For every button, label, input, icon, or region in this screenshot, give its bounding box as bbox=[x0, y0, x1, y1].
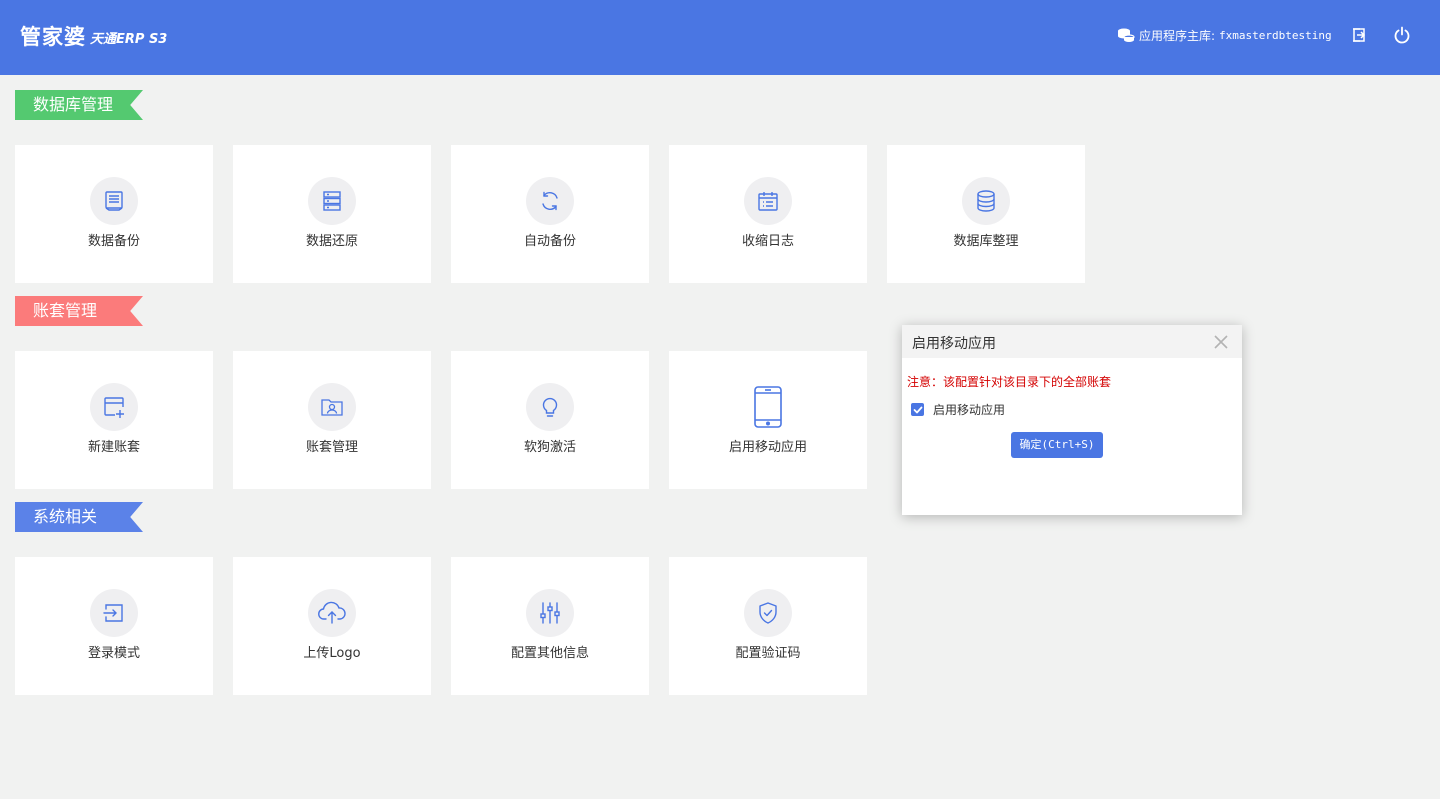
icon-circle bbox=[308, 383, 356, 431]
dialog-notice: 注意：该配置针对该目录下的全部账套 bbox=[907, 375, 1112, 389]
icon-holder bbox=[744, 383, 792, 431]
tile-label: 数据库整理 bbox=[953, 234, 1019, 249]
tile-shrink-log[interactable]: 收缩日志 bbox=[669, 145, 867, 283]
account-folder-icon bbox=[321, 399, 343, 416]
exit-icon bbox=[1353, 28, 1366, 42]
tile-softdog-activate[interactable]: 软狗激活 bbox=[451, 351, 649, 489]
enable-mobile-checkbox-row: 启用移动应用 bbox=[911, 401, 1005, 418]
backup-icon bbox=[105, 191, 123, 211]
tile-enable-mobile[interactable]: 启用移动应用 bbox=[669, 351, 867, 489]
tile-label: 自动备份 bbox=[523, 234, 576, 249]
sliders-icon bbox=[540, 602, 560, 624]
icon-circle bbox=[526, 383, 574, 431]
dialog-header: 启用移动应用 bbox=[902, 325, 1242, 358]
tile-label: 启用移动应用 bbox=[728, 440, 807, 455]
database-icon bbox=[977, 190, 995, 212]
section-database-title: 数据库管理 bbox=[15, 90, 143, 120]
lightbulb-icon bbox=[542, 397, 558, 417]
tile-label: 登录模式 bbox=[87, 646, 140, 661]
checkbox-label: 启用移动应用 bbox=[933, 403, 1006, 417]
database-coins-icon bbox=[1118, 28, 1135, 42]
tile-auto-backup[interactable]: 自动备份 bbox=[451, 145, 649, 283]
new-account-icon bbox=[104, 397, 124, 418]
dialog-title: 启用移动应用 bbox=[912, 336, 996, 352]
tile-label: 软狗激活 bbox=[523, 440, 576, 455]
tile-config-captcha[interactable]: 配置验证码 bbox=[669, 557, 867, 695]
cloud-upload-icon bbox=[318, 601, 346, 624]
tile-label: 配置验证码 bbox=[735, 646, 801, 661]
tile-label: 账套管理 bbox=[305, 440, 358, 455]
tile-login-mode[interactable]: 登录模式 bbox=[15, 557, 213, 695]
tile-account-manage[interactable]: 账套管理 bbox=[233, 351, 431, 489]
tile-data-backup[interactable]: 数据备份 bbox=[15, 145, 213, 283]
shield-check-icon bbox=[759, 602, 777, 624]
checkmark-icon bbox=[913, 406, 922, 413]
icon-circle bbox=[744, 177, 792, 225]
logo-sub-text: 天通ERP S3 bbox=[90, 32, 168, 47]
tile-new-account[interactable]: 新建账套 bbox=[15, 351, 213, 489]
tile-label: 收缩日志 bbox=[741, 234, 794, 249]
tile-label: 新建账套 bbox=[87, 440, 140, 455]
enable-mobile-dialog: 启用移动应用 注意：该配置针对该目录下的全部账套 启用移动应用 确定(Ctrl+… bbox=[902, 325, 1242, 515]
auto-backup-icon bbox=[542, 191, 558, 211]
close-icon[interactable] bbox=[1214, 335, 1228, 349]
top-header-bar: 管家婆 天通ERP S3 应用程序主库: fxmasterdbtesting bbox=[0, 0, 1440, 75]
icon-circle bbox=[308, 177, 356, 225]
icon-circle bbox=[90, 589, 138, 637]
section-system-title: 系统相关 bbox=[15, 502, 143, 532]
tile-label: 配置其他信息 bbox=[510, 646, 589, 661]
tile-data-restore[interactable]: 数据还原 bbox=[233, 145, 431, 283]
db-info: 应用程序主库: fxmasterdbtesting bbox=[1117, 25, 1332, 45]
restore-icon bbox=[323, 191, 341, 211]
icon-circle bbox=[308, 589, 356, 637]
enable-mobile-checkbox[interactable] bbox=[911, 403, 924, 416]
logout-button[interactable] bbox=[1349, 25, 1369, 45]
section-account-title: 账套管理 bbox=[15, 296, 143, 326]
tile-label: 数据还原 bbox=[305, 234, 358, 249]
db-name: fxmasterdbtesting bbox=[1219, 28, 1332, 42]
login-icon bbox=[103, 604, 123, 622]
calendar-log-icon bbox=[758, 192, 778, 211]
mobile-phone-icon bbox=[754, 386, 782, 428]
tile-upload-logo[interactable]: 上传Logo bbox=[233, 557, 431, 695]
icon-circle bbox=[90, 383, 138, 431]
icon-circle bbox=[90, 177, 138, 225]
tile-label: 数据备份 bbox=[87, 234, 140, 249]
power-button[interactable] bbox=[1392, 25, 1412, 45]
power-icon bbox=[1394, 26, 1410, 44]
db-label: 应用程序主库: bbox=[1139, 28, 1216, 43]
logo-main-text: 管家婆 bbox=[20, 25, 86, 49]
icon-circle bbox=[526, 589, 574, 637]
tile-database-cleanup[interactable]: 数据库整理 bbox=[887, 145, 1085, 283]
icon-circle bbox=[744, 589, 792, 637]
icon-circle bbox=[526, 177, 574, 225]
tile-config-other[interactable]: 配置其他信息 bbox=[451, 557, 649, 695]
confirm-button[interactable]: 确定(Ctrl+S) bbox=[1011, 432, 1103, 458]
icon-circle bbox=[962, 177, 1010, 225]
tile-label: 上传Logo bbox=[303, 646, 361, 661]
app-logo: 管家婆 天通ERP S3 bbox=[20, 24, 167, 50]
